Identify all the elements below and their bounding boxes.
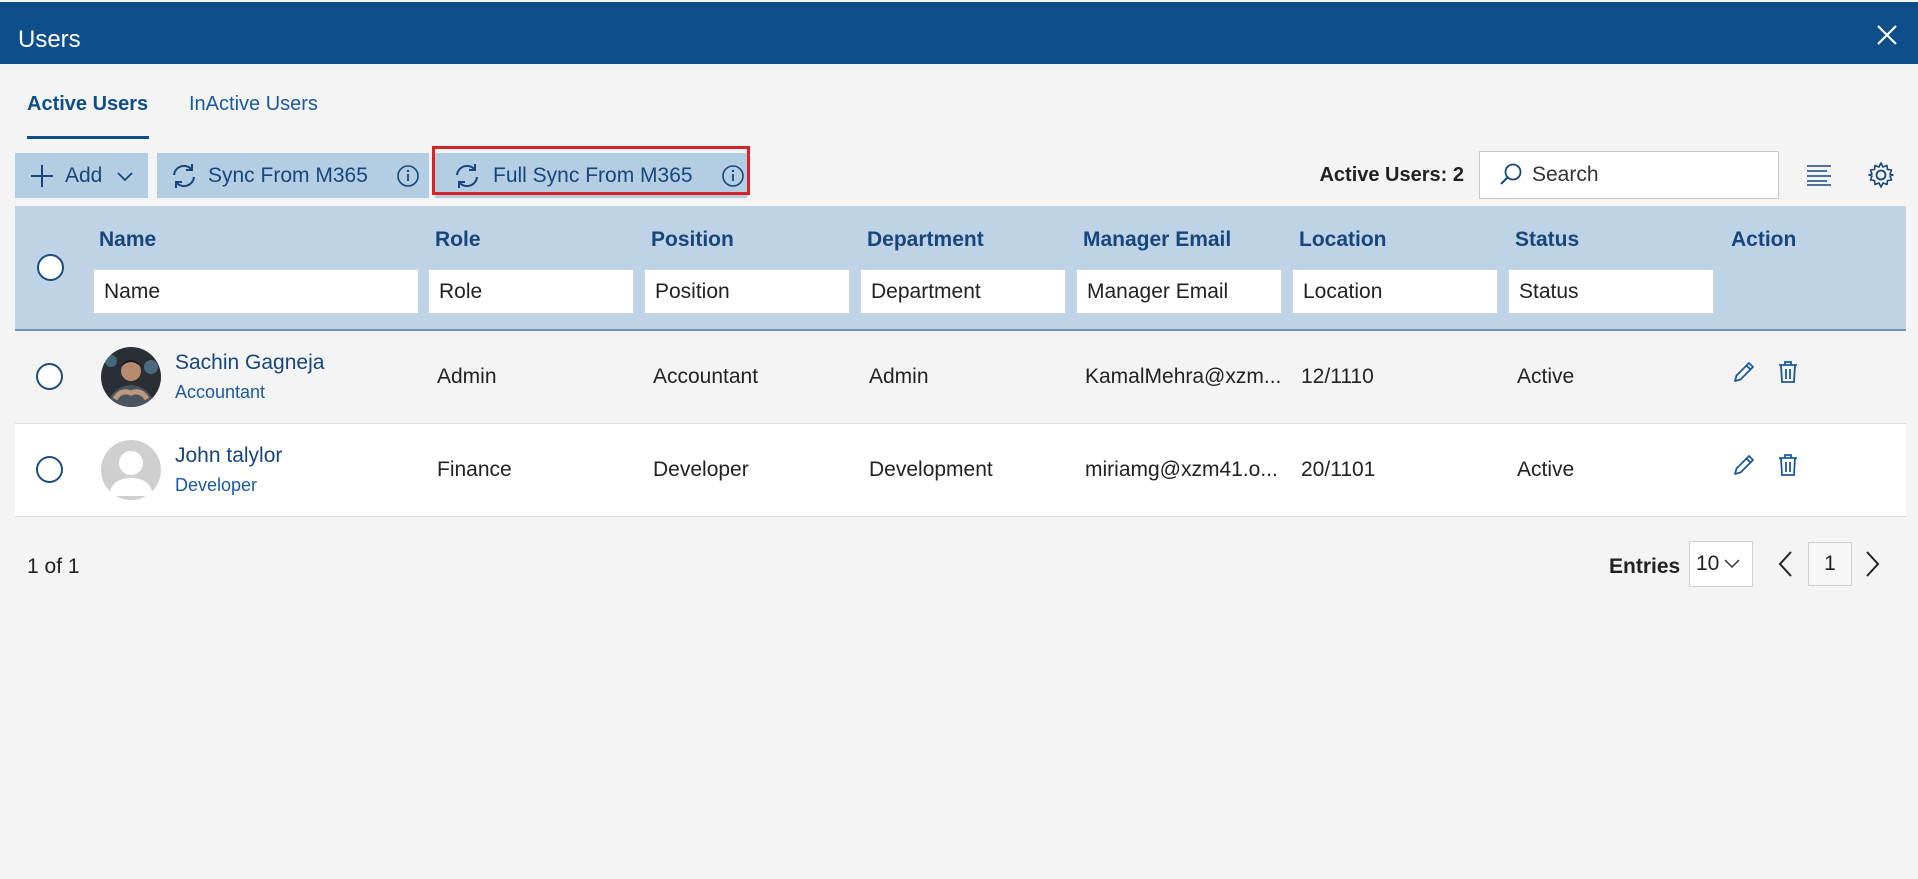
column-view-icon[interactable] — [1804, 160, 1834, 190]
search-input[interactable] — [1532, 163, 1752, 187]
position-filter-input[interactable] — [644, 269, 850, 314]
grid-header: Name Role Position Department Manager Em… — [15, 206, 1906, 331]
entries-label: Entries — [1609, 555, 1681, 578]
row-select-radio[interactable] — [36, 456, 63, 483]
entries-select[interactable]: 10 — [1689, 541, 1753, 587]
add-button[interactable]: Add — [15, 153, 148, 198]
column-header-position[interactable]: Position — [651, 228, 734, 252]
gear-icon[interactable] — [1866, 160, 1896, 190]
window-titlebar: Users — [0, 2, 1918, 64]
page-number: 1 — [1824, 552, 1836, 575]
name-filter-input[interactable] — [93, 269, 419, 314]
column-header-role[interactable]: Role — [435, 228, 481, 252]
sync-icon — [173, 163, 195, 188]
avatar — [101, 440, 161, 500]
location-cell: 12/1110 — [1301, 365, 1374, 388]
sync-m365-button[interactable]: Sync From M365 — [157, 153, 429, 198]
department-cell: Admin — [869, 365, 929, 388]
info-icon[interactable] — [396, 164, 420, 188]
active-users-count: Active Users: 2 — [1319, 164, 1464, 186]
user-subtitle: Developer — [175, 475, 258, 495]
plus-icon — [31, 164, 53, 187]
tab-inactive-users[interactable]: InActive Users — [189, 93, 318, 139]
page-number-button[interactable]: 1 — [1808, 542, 1852, 586]
table-row[interactable]: Sachin Gagneja Accountant Admin Accounta… — [15, 331, 1906, 424]
status-cell: Active — [1517, 458, 1575, 481]
role-cell: Admin — [437, 365, 497, 388]
avatar — [101, 347, 161, 407]
delete-icon[interactable] — [1775, 359, 1801, 385]
close-icon[interactable] — [1874, 22, 1900, 48]
department-cell: Development — [869, 458, 993, 481]
search-icon — [1500, 163, 1522, 185]
status-filter-input[interactable] — [1508, 269, 1714, 314]
role-cell: Finance — [437, 458, 512, 481]
column-header-name[interactable]: Name — [99, 228, 156, 252]
table-row[interactable]: John talylor Developer Finance Developer… — [15, 424, 1906, 517]
chevron-right-icon[interactable] — [1860, 548, 1884, 580]
column-header-manager-email[interactable]: Manager Email — [1083, 228, 1231, 252]
add-button-label: Add — [65, 163, 103, 187]
page-info: 1 of 1 — [27, 555, 80, 578]
manager-email-cell: KamalMehra@xzm... — [1085, 365, 1282, 388]
chevron-left-icon[interactable] — [1774, 548, 1798, 580]
window-title: Users — [18, 26, 81, 53]
role-filter-input[interactable] — [428, 269, 634, 314]
sync-m365-label: Sync From M365 — [208, 163, 368, 187]
user-subtitle: Accountant — [175, 382, 266, 402]
row-select-radio[interactable] — [36, 363, 63, 390]
status-cell: Active — [1517, 365, 1575, 388]
manager-email-cell: miriamg@xzm41.o... — [1085, 458, 1278, 481]
delete-icon[interactable] — [1775, 452, 1801, 478]
column-header-department[interactable]: Department — [867, 228, 984, 252]
manager-email-filter-input[interactable] — [1076, 269, 1282, 314]
position-cell: Developer — [653, 458, 749, 481]
entries-value: 10 — [1696, 552, 1720, 575]
column-header-status[interactable]: Status — [1515, 228, 1579, 252]
location-filter-input[interactable] — [1292, 269, 1498, 314]
user-name-link[interactable]: John talylor — [175, 444, 282, 468]
position-cell: Accountant — [653, 365, 759, 388]
department-filter-input[interactable] — [860, 269, 1066, 314]
chevron-down-icon[interactable] — [116, 167, 134, 185]
location-cell: 20/1101 — [1301, 458, 1376, 481]
user-name-link[interactable]: Sachin Gagneja — [175, 351, 324, 375]
edit-icon[interactable] — [1731, 452, 1757, 478]
edit-icon[interactable] — [1731, 359, 1757, 385]
column-header-location[interactable]: Location — [1299, 228, 1387, 252]
tab-active-users[interactable]: Active Users — [27, 93, 149, 139]
chevron-down-icon — [1724, 559, 1740, 569]
search-box[interactable] — [1479, 151, 1779, 199]
select-all-radio[interactable] — [37, 254, 64, 281]
highlight-box — [432, 146, 750, 195]
column-header-action: Action — [1731, 228, 1797, 251]
